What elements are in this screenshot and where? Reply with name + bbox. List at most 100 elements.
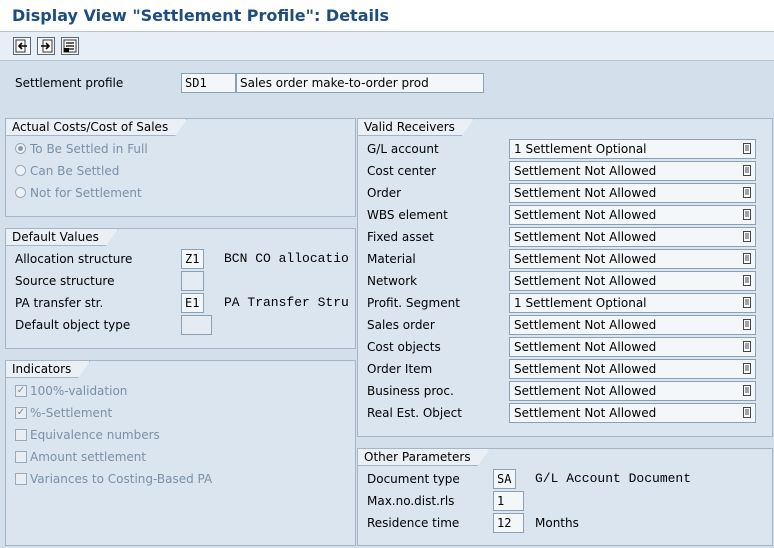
- source-structure-field[interactable]: [181, 271, 204, 291]
- receiver-dropdown-value: Settlement Not Allowed: [514, 406, 657, 420]
- radio-can-be-settled-label: Can Be Settled: [30, 164, 120, 178]
- title-bar: Display View "Settlement Profile": Detai…: [0, 0, 774, 32]
- page-title: Display View "Settlement Profile": Detai…: [12, 6, 389, 25]
- receiver-label: G/L account: [367, 142, 439, 156]
- next-entry-icon: [41, 39, 53, 53]
- dropdown-list-icon: [743, 407, 751, 418]
- document-type-label: Document type: [367, 472, 460, 486]
- receiver-label: Order: [367, 186, 402, 200]
- radio-can-be-settled[interactable]: [15, 165, 26, 176]
- checkbox-variances-costing-pa[interactable]: [15, 473, 27, 485]
- dropdown-list-icon: [743, 363, 751, 374]
- pa-transfer-structure-text: PA Transfer Stru: [224, 295, 348, 310]
- receiver-dropdown-value: Settlement Not Allowed: [514, 274, 657, 288]
- receiver-dropdown[interactable]: Settlement Not Allowed: [509, 315, 756, 335]
- receiver-label: Business proc.: [367, 384, 454, 398]
- default-object-type-field[interactable]: [181, 315, 212, 335]
- checkbox-percent-settlement-label: %-Settlement: [30, 406, 113, 420]
- receiver-dropdown[interactable]: Settlement Not Allowed: [509, 381, 756, 401]
- receiver-dropdown[interactable]: Settlement Not Allowed: [509, 161, 756, 181]
- previous-entry-icon: [15, 39, 27, 53]
- valid-receivers-group-title: Valid Receivers: [358, 119, 474, 136]
- max-dist-rules-field[interactable]: 1: [493, 491, 524, 511]
- receiver-label: Fixed asset: [367, 230, 434, 244]
- receiver-label: Network: [367, 274, 418, 288]
- residence-time-field[interactable]: 12: [493, 513, 524, 533]
- receiver-dropdown[interactable]: Settlement Not Allowed: [509, 227, 756, 247]
- default-object-type-label: Default object type: [15, 318, 131, 332]
- dropdown-list-icon: [743, 297, 751, 308]
- dropdown-list-icon: [743, 275, 751, 286]
- receiver-dropdown[interactable]: 1 Settlement Optional: [509, 293, 756, 313]
- dropdown-list-icon: [743, 231, 751, 242]
- receiver-dropdown-value: Settlement Not Allowed: [514, 208, 657, 222]
- receiver-dropdown-value: Settlement Not Allowed: [514, 164, 657, 178]
- radio-not-for-settlement-label: Not for Settlement: [30, 186, 142, 200]
- radio-settled-in-full-label: To Be Settled in Full: [30, 142, 148, 156]
- checkbox-percent-settlement[interactable]: ✓: [15, 407, 27, 419]
- pa-transfer-structure-field[interactable]: E1: [181, 293, 204, 313]
- max-dist-rules-label: Max.no.dist.rls: [367, 494, 455, 508]
- receiver-dropdown[interactable]: 1 Settlement Optional: [509, 139, 756, 159]
- receiver-dropdown[interactable]: Settlement Not Allowed: [509, 205, 756, 225]
- checkbox-equivalence-numbers-label: Equivalence numbers: [30, 428, 160, 442]
- receiver-dropdown[interactable]: Settlement Not Allowed: [509, 271, 756, 291]
- receiver-dropdown-value: 1 Settlement Optional: [514, 296, 647, 310]
- receiver-label: Material: [367, 252, 416, 266]
- settlement-profile-text-field: Sales order make-to-order prod: [236, 73, 484, 93]
- receiver-dropdown-value: Settlement Not Allowed: [514, 384, 657, 398]
- overview-button[interactable]: [61, 37, 79, 55]
- checkbox-variances-costing-pa-label: Variances to Costing-Based PA: [30, 472, 213, 486]
- receiver-dropdown-value: Settlement Not Allowed: [514, 362, 657, 376]
- receiver-dropdown-value: Settlement Not Allowed: [514, 186, 657, 200]
- receiver-label: WBS element: [367, 208, 448, 222]
- document-type-field[interactable]: SA: [493, 469, 516, 489]
- overview-icon: [63, 39, 77, 53]
- receiver-dropdown[interactable]: Settlement Not Allowed: [509, 337, 756, 357]
- dropdown-list-icon: [743, 341, 751, 352]
- receiver-label: Cost objects: [367, 340, 441, 354]
- radio-not-for-settlement[interactable]: [15, 187, 26, 198]
- previous-entry-button[interactable]: [13, 37, 31, 55]
- receiver-label: Real Est. Object: [367, 406, 462, 420]
- receiver-dropdown-value: Settlement Not Allowed: [514, 230, 657, 244]
- settlement-profile-code-field[interactable]: SD1: [181, 73, 236, 93]
- receiver-dropdown-value: 1 Settlement Optional: [514, 142, 647, 156]
- settlement-profile-label: Settlement profile: [15, 76, 124, 90]
- checkbox-100-validation-label: 100%-validation: [30, 384, 128, 398]
- receiver-dropdown[interactable]: Settlement Not Allowed: [509, 359, 756, 379]
- dropdown-list-icon: [743, 385, 751, 396]
- source-structure-label: Source structure: [15, 274, 115, 288]
- dropdown-list-icon: [743, 209, 751, 220]
- document-type-text: G/L Account Document: [535, 471, 692, 486]
- indicators-group-title: Indicators: [6, 361, 90, 378]
- checkbox-amount-settlement[interactable]: [15, 451, 27, 463]
- default-values-group-title: Default Values: [6, 229, 118, 246]
- allocation-structure-field[interactable]: Z1: [181, 249, 204, 269]
- dropdown-list-icon: [743, 253, 751, 264]
- next-entry-button[interactable]: [37, 37, 55, 55]
- receiver-dropdown[interactable]: Settlement Not Allowed: [509, 183, 756, 203]
- other-parameters-group-title: Other Parameters: [358, 449, 490, 466]
- receiver-label: Profit. Segment: [367, 296, 460, 310]
- allocation-structure-text: BCN CO allocatio: [224, 251, 348, 266]
- checkbox-equivalence-numbers[interactable]: [15, 429, 27, 441]
- dropdown-list-icon: [743, 319, 751, 330]
- allocation-structure-label: Allocation structure: [15, 252, 133, 266]
- receiver-label: Order Item: [367, 362, 433, 376]
- receiver-label: Sales order: [367, 318, 435, 332]
- receiver-dropdown[interactable]: Settlement Not Allowed: [509, 249, 756, 269]
- checkbox-100-validation[interactable]: ✓: [15, 385, 27, 397]
- checkbox-amount-settlement-label: Amount settlement: [30, 450, 147, 464]
- residence-time-unit: Months: [535, 516, 579, 530]
- radio-settled-in-full[interactable]: [15, 143, 26, 154]
- receiver-dropdown[interactable]: Settlement Not Allowed: [509, 403, 756, 423]
- receiver-dropdown-value: Settlement Not Allowed: [514, 340, 657, 354]
- application-toolbar: [0, 32, 774, 61]
- dropdown-list-icon: [743, 187, 751, 198]
- dropdown-list-icon: [743, 143, 751, 154]
- receiver-dropdown-value: Settlement Not Allowed: [514, 318, 657, 332]
- dropdown-list-icon: [743, 165, 751, 176]
- pa-transfer-structure-label: PA transfer str.: [15, 296, 104, 310]
- actual-costs-group-title: Actual Costs/Cost of Sales: [6, 119, 187, 136]
